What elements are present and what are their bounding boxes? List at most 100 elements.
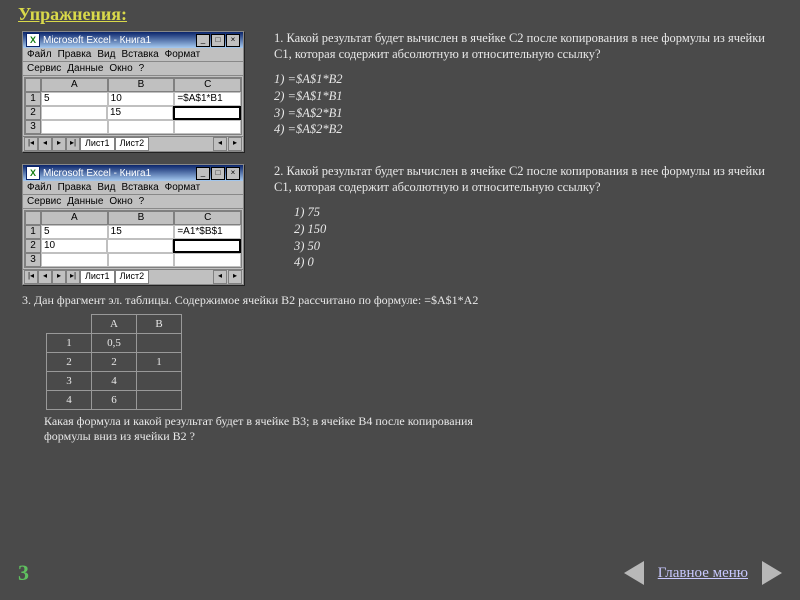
cell[interactable] xyxy=(107,239,173,253)
menubar: Файл Правка Вид Вставка Формат xyxy=(23,181,243,195)
cell[interactable]: 10 xyxy=(108,92,175,106)
question-text: 2. Какой результат будет вычислен в ячей… xyxy=(274,164,766,195)
menu-insert[interactable]: Вставка xyxy=(121,49,158,60)
question-1-block: X Microsoft Excel - Книга1 _ □ × Файл Пр… xyxy=(0,29,800,154)
tab-nav-last-icon[interactable]: ▸| xyxy=(66,137,80,151)
main-menu-link[interactable]: Главное меню xyxy=(658,565,748,582)
next-arrow-icon[interactable] xyxy=(762,561,782,585)
tab-nav-next-icon[interactable]: ▸ xyxy=(52,270,66,284)
col-header[interactable]: A xyxy=(41,78,108,92)
cell-selected[interactable] xyxy=(173,239,241,253)
question-3-block: 3. Дан фрагмент эл. таблицы. Содержимое … xyxy=(0,287,800,450)
cell[interactable] xyxy=(108,253,175,267)
menu-edit[interactable]: Правка xyxy=(58,49,92,60)
menu-data[interactable]: Данные xyxy=(67,63,103,74)
row-header[interactable]: 1 xyxy=(25,92,41,106)
tab-nav-prev-icon[interactable]: ◂ xyxy=(38,137,52,151)
col-header[interactable]: B xyxy=(108,211,175,225)
cell[interactable] xyxy=(41,253,108,267)
sheet: A B C 1 5 10 =$A$1*B1 2 15 3 xyxy=(24,77,242,135)
row-header[interactable]: 2 xyxy=(25,106,41,120)
table-cell: 0,5 xyxy=(92,334,137,353)
menu-file[interactable]: Файл xyxy=(27,182,52,193)
table-cell: A xyxy=(92,315,137,334)
tab-nav-first-icon[interactable]: |◂ xyxy=(24,137,38,151)
minimize-button[interactable]: _ xyxy=(196,34,210,47)
cell[interactable]: 10 xyxy=(41,239,107,253)
tab-nav-next-icon[interactable]: ▸ xyxy=(52,137,66,151)
menu-window[interactable]: Окно xyxy=(109,63,132,74)
row-header[interactable]: 1 xyxy=(25,225,41,239)
row-header[interactable]: 3 xyxy=(25,253,41,267)
menu-tools[interactable]: Сервис xyxy=(27,63,61,74)
sheet-tab[interactable]: Лист2 xyxy=(115,270,150,284)
close-button[interactable]: × xyxy=(226,167,240,180)
maximize-button[interactable]: □ xyxy=(211,167,225,180)
tab-nav-first-icon[interactable]: |◂ xyxy=(24,270,38,284)
tab-nav-prev-icon[interactable]: ◂ xyxy=(38,270,52,284)
cell[interactable] xyxy=(108,120,175,134)
cell[interactable] xyxy=(41,106,107,120)
scroll-left-icon[interactable]: ◂ xyxy=(213,270,227,284)
menu-view[interactable]: Вид xyxy=(97,49,115,60)
cell[interactable]: =A1*$B$1 xyxy=(174,225,241,239)
scroll-left-icon[interactable]: ◂ xyxy=(213,137,227,151)
window-title: Microsoft Excel - Книга1 xyxy=(43,35,151,46)
sheet-tabs: |◂ ◂ ▸ ▸| Лист1 Лист2 ◂ ▸ xyxy=(23,269,243,284)
window-title: Microsoft Excel - Книга1 xyxy=(43,168,151,179)
menu-data[interactable]: Данные xyxy=(67,196,103,207)
prev-arrow-icon[interactable] xyxy=(624,561,644,585)
menu-view[interactable]: Вид xyxy=(97,182,115,193)
cell[interactable]: =$A$1*B1 xyxy=(174,92,241,106)
question-2-text: 2. Какой результат будет вычислен в ячей… xyxy=(244,164,786,272)
menu-file[interactable]: Файл xyxy=(27,49,52,60)
page-title: Упражнения: xyxy=(0,0,800,29)
menu-format[interactable]: Формат xyxy=(165,49,201,60)
scroll-right-icon[interactable]: ▸ xyxy=(228,137,242,151)
menu-tools[interactable]: Сервис xyxy=(27,196,61,207)
cell[interactable] xyxy=(41,120,108,134)
row-header[interactable]: 2 xyxy=(25,239,41,253)
cell[interactable] xyxy=(174,120,241,134)
answer-option: 2) 150 xyxy=(294,222,766,238)
table-cell: B xyxy=(137,315,182,334)
menu-insert[interactable]: Вставка xyxy=(121,182,158,193)
cell[interactable]: 15 xyxy=(107,106,173,120)
table-cell: 4 xyxy=(47,391,92,410)
sheet-tab[interactable]: Лист1 xyxy=(80,137,115,151)
row-header[interactable]: 3 xyxy=(25,120,41,134)
menu-help[interactable]: ? xyxy=(139,196,145,207)
scroll-right-icon[interactable]: ▸ xyxy=(228,270,242,284)
excel-icon: X xyxy=(26,166,40,180)
col-header[interactable]: C xyxy=(174,211,241,225)
corner-cell xyxy=(25,78,41,92)
table-cell xyxy=(47,315,92,334)
tab-nav-last-icon[interactable]: ▸| xyxy=(66,270,80,284)
sheet-tab[interactable]: Лист2 xyxy=(115,137,150,151)
menu-format[interactable]: Формат xyxy=(165,182,201,193)
menu-edit[interactable]: Правка xyxy=(58,182,92,193)
sheet-tab[interactable]: Лист1 xyxy=(80,270,115,284)
menu-window[interactable]: Окно xyxy=(109,196,132,207)
answer-list: 1) 75 2) 150 3) 50 4) 0 xyxy=(274,205,766,271)
question-1-text: 1. Какой результат будет вычислен в ячей… xyxy=(244,31,786,139)
cell[interactable]: 15 xyxy=(108,225,175,239)
menu-help[interactable]: ? xyxy=(139,63,145,74)
col-header[interactable]: C xyxy=(174,78,241,92)
question-text: 1. Какой результат будет вычислен в ячей… xyxy=(274,31,766,62)
footer: 3 Главное меню xyxy=(0,560,800,586)
answer-option: 1) =$A$1*B2 xyxy=(274,72,766,88)
cell[interactable] xyxy=(174,253,241,267)
answer-option: 2) =$A$1*B1 xyxy=(274,89,766,105)
cell[interactable]: 5 xyxy=(41,225,108,239)
minimize-button[interactable]: _ xyxy=(196,167,210,180)
close-button[interactable]: × xyxy=(226,34,240,47)
maximize-button[interactable]: □ xyxy=(211,34,225,47)
question-2-block: X Microsoft Excel - Книга1 _ □ × Файл Пр… xyxy=(0,162,800,287)
sheet: A B C 1 5 15 =A1*$B$1 2 10 3 xyxy=(24,210,242,268)
cell-selected[interactable] xyxy=(173,106,241,120)
col-header[interactable]: B xyxy=(108,78,175,92)
col-header[interactable]: A xyxy=(41,211,108,225)
titlebar: X Microsoft Excel - Книга1 _ □ × xyxy=(23,165,243,181)
cell[interactable]: 5 xyxy=(41,92,108,106)
